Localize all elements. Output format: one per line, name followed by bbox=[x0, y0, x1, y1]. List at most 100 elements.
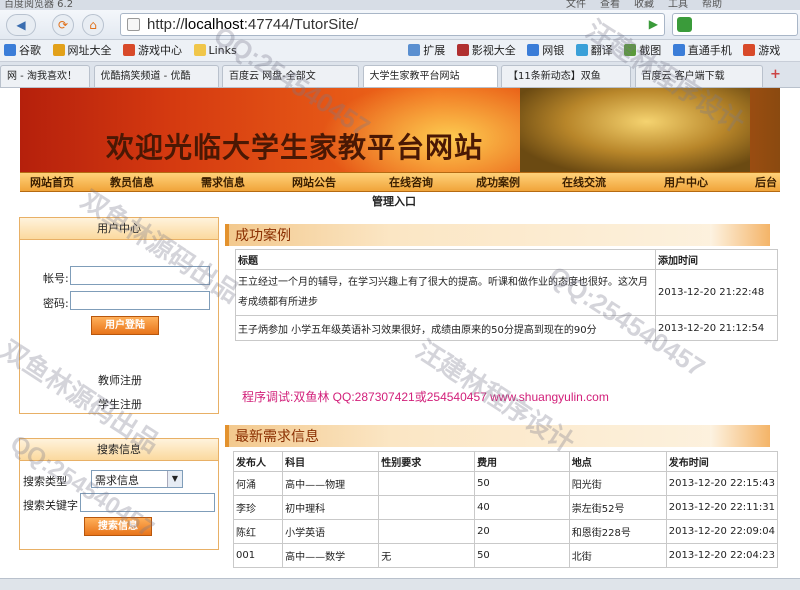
search-keyword-label: 搜索关键字 bbox=[23, 499, 78, 512]
nav-admin-entry[interactable]: 管理入口 bbox=[372, 193, 416, 209]
bookmark-video[interactable]: 影视大全 bbox=[453, 40, 520, 61]
demand-publisher[interactable]: 陈红 bbox=[236, 528, 256, 539]
col-title: 标题 bbox=[235, 249, 656, 270]
demand-publisher[interactable]: 李珍 bbox=[236, 504, 256, 515]
search-type-select[interactable]: 需求信息 ▼ bbox=[91, 470, 183, 488]
tab-baidu-pan[interactable]: 百度云 网盘-全部文 bbox=[222, 65, 359, 87]
demand-fee: 20 bbox=[474, 519, 570, 544]
search-keyword-input[interactable] bbox=[80, 493, 215, 512]
password-input[interactable] bbox=[70, 291, 210, 310]
demand-location: 阳光街 bbox=[568, 471, 667, 496]
tab-baidu-client[interactable]: 百度云 客户端下载 bbox=[634, 65, 763, 87]
nav-demands[interactable]: 需求信息 bbox=[201, 173, 245, 193]
cases-section-header: 成功案例 bbox=[225, 224, 770, 246]
bookmark-google[interactable]: 谷歌 bbox=[0, 40, 45, 61]
refresh-button[interactable]: ⟳ bbox=[52, 14, 74, 36]
search-engine-icon[interactable] bbox=[677, 17, 692, 32]
case-time: 2013-12-20 21:12:54 bbox=[655, 315, 778, 341]
status-bar bbox=[0, 578, 800, 590]
demands-section-header: 最新需求信息 bbox=[225, 425, 770, 447]
menu-favorites[interactable]: 收藏 bbox=[634, 0, 654, 10]
student-register-link[interactable]: 学生注册 bbox=[98, 396, 142, 412]
go-arrow-icon[interactable]: ▶ bbox=[649, 14, 658, 35]
address-bar[interactable]: http://localhost:47744/TutorSite/ ▶ bbox=[120, 13, 665, 36]
demand-time: 2013-12-20 22:09:04 bbox=[665, 519, 779, 544]
bookmark-links[interactable]: Links bbox=[190, 40, 241, 61]
menu-tools[interactable]: 工具 bbox=[668, 0, 688, 10]
login-button[interactable]: 用户登陆 bbox=[91, 316, 159, 335]
bookmark-game-center[interactable]: 游戏中心 bbox=[119, 40, 186, 61]
search-button[interactable]: 搜索信息 bbox=[84, 517, 152, 536]
account-input[interactable] bbox=[70, 266, 210, 285]
tab-taobao[interactable]: 网 - 淘我喜欢！ bbox=[0, 65, 90, 87]
bookmark-games[interactable]: 游戏 bbox=[739, 40, 784, 61]
header-decoration bbox=[710, 425, 770, 447]
case-title-link[interactable]: 王子炳参加 小学五年级英语补习效果很好，成绩由原来的50分提高到现在的90分 bbox=[238, 325, 597, 336]
demand-publisher[interactable]: 001 bbox=[236, 550, 255, 561]
nav-user-center[interactable]: 用户中心 bbox=[664, 173, 708, 193]
nav-home[interactable]: 网站首页 bbox=[30, 173, 74, 193]
bookmark-bank[interactable]: 网银 bbox=[523, 40, 568, 61]
menu-view[interactable]: 查看 bbox=[600, 0, 620, 10]
demand-time: 2013-12-20 22:15:43 bbox=[665, 471, 779, 496]
case-title-link[interactable]: 王立经过一个月的辅导，在学习兴趣上有了很大的提高。听课和做作业的态度也很好。这次… bbox=[238, 277, 648, 308]
nav-announcements[interactable]: 网站公告 bbox=[292, 173, 336, 193]
nav-teachers[interactable]: 教员信息 bbox=[110, 173, 154, 193]
table-row[interactable]: 陈红 小学英语 20 和恩街228号 2013-12-20 22:09:04 bbox=[232, 519, 779, 544]
home-button[interactable]: ⌂ bbox=[82, 14, 104, 36]
col-fee: 费用 bbox=[474, 451, 570, 472]
lion-statue-image bbox=[520, 88, 750, 172]
cases-title: 成功案例 bbox=[235, 228, 291, 244]
new-tab-button[interactable]: + bbox=[770, 67, 781, 82]
address-toolbar: ◀ ⟳ ⌂ http://localhost:47744/TutorSite/ … bbox=[0, 10, 800, 40]
demand-fee: 50 bbox=[474, 471, 570, 496]
demand-fee: 40 bbox=[474, 495, 570, 520]
col-subject: 科目 bbox=[282, 451, 380, 472]
bookmark-translate[interactable]: 翻译 bbox=[572, 40, 617, 61]
account-label: 帐号: bbox=[43, 272, 69, 285]
search-panel-title: 搜索信息 bbox=[20, 439, 218, 461]
tab-tutor-site[interactable]: 大学生家教平台网站 bbox=[362, 65, 498, 87]
teacher-register-link[interactable]: 教师注册 bbox=[98, 372, 142, 388]
menu-help[interactable]: 帮助 bbox=[702, 0, 722, 10]
bookmark-extensions[interactable]: 扩展 bbox=[404, 40, 449, 61]
back-button[interactable]: ◀ bbox=[6, 14, 36, 36]
chevron-down-icon[interactable]: ▼ bbox=[167, 471, 182, 487]
table-row[interactable]: 001 高中——数学 无 50 北街 2013-12-20 22:04:23 bbox=[232, 543, 779, 568]
col-location: 地点 bbox=[568, 451, 667, 472]
table-row[interactable]: 何涌 高中——物理 50 阳光街 2013-12-20 22:15:43 bbox=[232, 471, 779, 496]
url-rest: :47744/TutorSite/ bbox=[243, 16, 359, 33]
demands-table: 发布人 科目 性别要求 费用 地点 发布时间 何涌 高中——物理 50 阳光街 … bbox=[232, 451, 779, 568]
demand-location: 北街 bbox=[568, 543, 667, 568]
table-row[interactable]: 李珍 初中理科 40 崇左街52号 2013-12-20 22:11:31 bbox=[232, 495, 779, 520]
table-row: 王子炳参加 小学五年级英语补习效果很好，成绩由原来的50分提高到现在的90分 2… bbox=[235, 315, 778, 341]
menu-file[interactable]: 文件 bbox=[566, 0, 586, 10]
demand-subject: 高中——物理 bbox=[282, 471, 380, 496]
nav-online-chat[interactable]: 在线交流 bbox=[562, 173, 606, 193]
demand-gender bbox=[378, 495, 476, 520]
nav-online-consult[interactable]: 在线咨询 bbox=[389, 173, 433, 193]
col-time: 添加时间 bbox=[655, 249, 778, 270]
user-center-title: 用户中心 bbox=[20, 218, 218, 240]
nav-admin[interactable]: 后台 bbox=[755, 173, 777, 193]
demand-location: 和恩街228号 bbox=[568, 519, 667, 544]
case-time: 2013-12-20 21:22:48 bbox=[655, 269, 778, 316]
demand-time: 2013-12-20 22:11:31 bbox=[665, 495, 779, 520]
bookmarks-bar: 谷歌 网址大全 游戏中心 Links 扩展 影视大全 网银 翻译 截图 直通手机… bbox=[0, 40, 800, 62]
demand-subject: 小学英语 bbox=[282, 519, 380, 544]
demand-publisher[interactable]: 何涌 bbox=[236, 480, 256, 491]
col-gender: 性别要求 bbox=[378, 451, 476, 472]
banner-title: 欢迎光临大学生家教平台网站 bbox=[106, 133, 484, 164]
window-title-bar: 百度阅览器 6.2 文件 查看 收藏 工具 帮助 bbox=[0, 0, 800, 10]
search-type-value: 需求信息 bbox=[95, 474, 139, 487]
tab-youku[interactable]: 优酷搞笑频道 - 优酷 bbox=[93, 65, 219, 87]
demand-gender: 无 bbox=[378, 543, 476, 568]
bookmark-phone[interactable]: 直通手机 bbox=[669, 40, 736, 61]
tab-news[interactable]: 【11条新动态】双鱼 bbox=[501, 65, 631, 87]
nav-success-cases[interactable]: 成功案例 bbox=[476, 173, 520, 193]
bookmark-screenshot[interactable]: 截图 bbox=[620, 40, 665, 61]
search-box[interactable] bbox=[672, 13, 798, 36]
debug-credit-line[interactable]: 程序调试:双鱼林 QQ:287307421或254540457 www.shua… bbox=[242, 388, 609, 405]
main-nav: 网站首页 教员信息 需求信息 网站公告 在线咨询 成功案例 在线交流 用户中心 … bbox=[20, 172, 780, 192]
bookmark-web-directory[interactable]: 网址大全 bbox=[49, 40, 116, 61]
